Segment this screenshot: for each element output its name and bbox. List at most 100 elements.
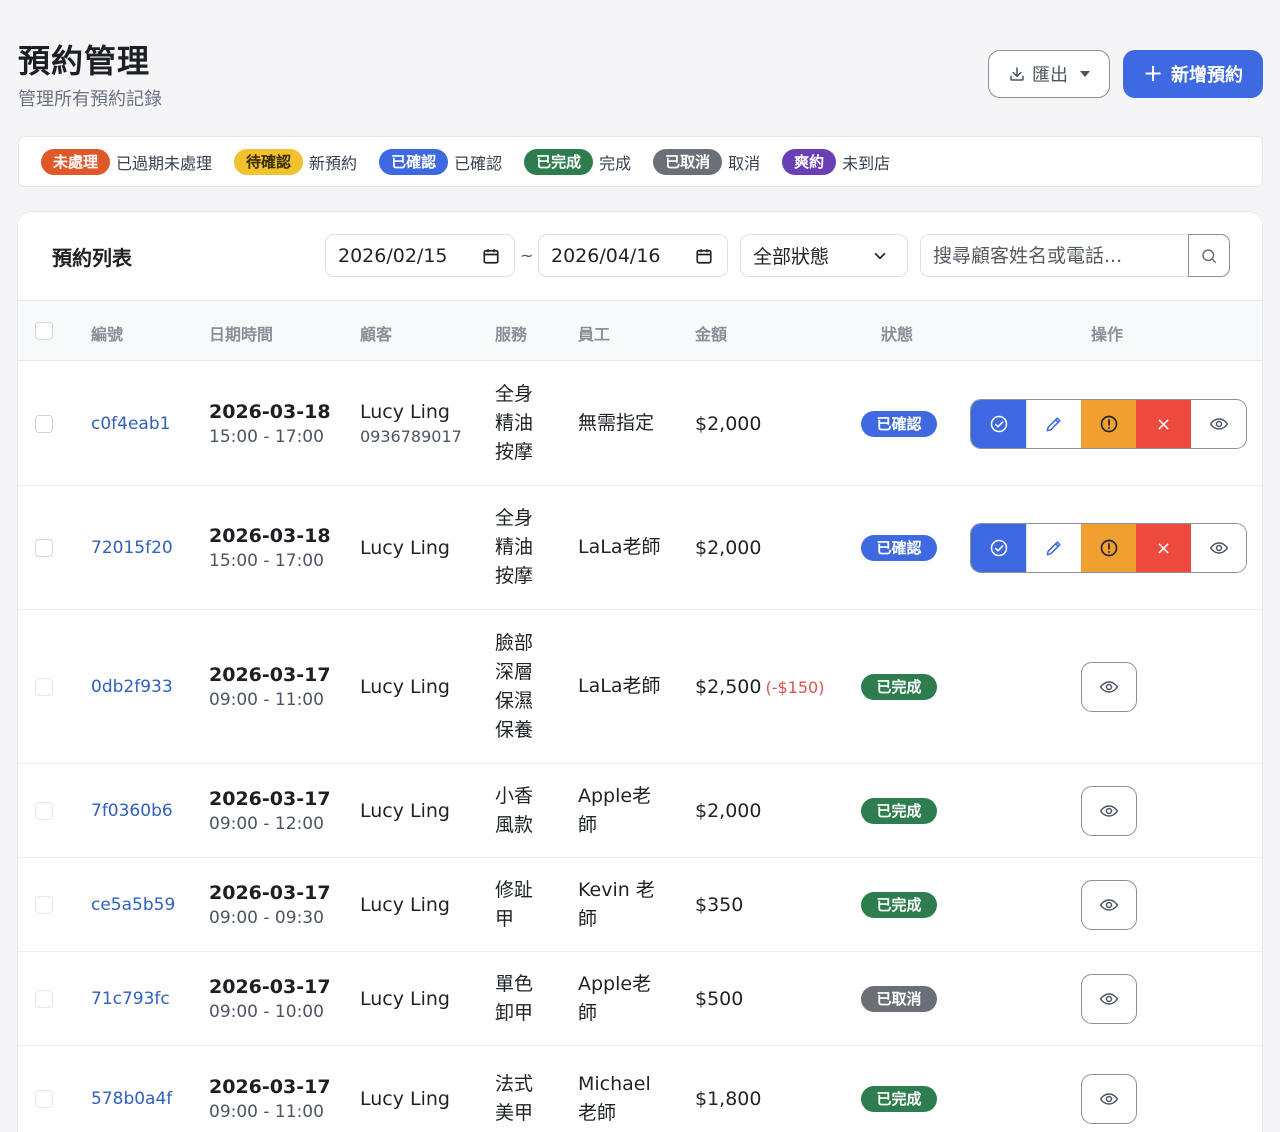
appointment-id-link[interactable]: 578b0a4f (91, 1089, 172, 1109)
cancel-button[interactable]: × (1136, 524, 1191, 572)
status-cell: 已完成 (861, 1046, 937, 1132)
appointment-id-link[interactable]: 72015f20 (91, 538, 173, 558)
legend-text: 已過期未處理 (116, 153, 213, 173)
date-to-input[interactable]: 2026/04/16 (538, 234, 728, 277)
appointment-time: 09:00 - 09:30 (209, 907, 324, 928)
export-label: 匯出 (1032, 65, 1068, 86)
column-header-actions: 操作 (1091, 325, 1124, 344)
table-row: 7f0360b6 2026-03-17 09:00 - 12:00 Lucy Ling… (18, 764, 1262, 858)
customer-name: Lucy Ling (360, 799, 450, 822)
table-row: 72015f20 2026-03-18 15:00 - 17:00 Lucy Ling… (18, 486, 1262, 610)
new-appointment-button[interactable]: + 新增預約 (1123, 50, 1263, 98)
row-checkbox[interactable] (35, 896, 53, 914)
legend-text: 新預約 (309, 153, 358, 173)
appointment-time: 09:00 - 12:00 (209, 813, 324, 834)
legend-item: 待確認 新預約 (234, 148, 358, 175)
appointment-id-link[interactable]: c0f4eab1 (91, 414, 170, 434)
search-input[interactable] (920, 234, 1188, 277)
datetime-cell: 2026-03-17 09:00 - 11:00 (209, 1046, 331, 1132)
confirm-button[interactable] (971, 524, 1026, 572)
service-cell: 修趾甲 (495, 858, 539, 951)
amount-value: $350 (695, 893, 744, 916)
calendar-icon (483, 248, 499, 264)
service-name: 全身精油按摩 (495, 507, 534, 587)
id-cell: 71c793fc (91, 952, 170, 1045)
calendar-icon (696, 248, 712, 264)
amount-value: $2,500 (695, 675, 762, 698)
amount-cell: $500 (695, 952, 743, 1045)
service-name: 修趾甲 (495, 878, 534, 930)
appointment-date: 2026-03-17 (209, 975, 331, 998)
appointment-id-link[interactable]: 7f0360b6 (91, 801, 173, 821)
view-button[interactable] (1191, 400, 1246, 448)
legend-item: 未處理 已過期未處理 (41, 148, 213, 175)
appointment-time: 09:00 - 11:00 (209, 689, 324, 710)
no-show-button[interactable] (1081, 524, 1136, 572)
legend-badge: 已取消 (653, 148, 723, 175)
export-button[interactable]: 匯出 (988, 50, 1110, 98)
appointment-date: 2026-03-18 (209, 400, 331, 423)
status-badge: 已完成 (861, 1085, 937, 1112)
id-cell: 0db2f933 (91, 610, 173, 763)
datetime-cell: 2026-03-18 15:00 - 17:00 (209, 486, 331, 609)
view-button[interactable] (1191, 524, 1246, 572)
date-from-input[interactable]: 2026/02/15 (325, 234, 515, 277)
amount-value: $2,000 (695, 412, 762, 435)
row-checkbox[interactable] (35, 415, 53, 433)
edit-button[interactable] (1026, 400, 1081, 448)
download-icon (1010, 67, 1024, 81)
appointment-time: 09:00 - 11:00 (209, 1101, 324, 1122)
amount-value: $2,000 (695, 799, 762, 822)
row-checkbox[interactable] (35, 990, 53, 1008)
no-show-button[interactable] (1081, 400, 1136, 448)
legend-text: 完成 (599, 153, 632, 173)
appointment-time: 15:00 - 17:00 (209, 550, 324, 571)
discount-value: (-$150) (765, 677, 825, 697)
view-button[interactable] (1081, 880, 1137, 930)
legend-item: 已取消 取消 (653, 148, 761, 175)
confirm-button[interactable] (971, 400, 1026, 448)
amount-cell: $2,000 (695, 764, 761, 857)
row-checkbox[interactable] (35, 678, 53, 696)
cancel-button[interactable]: × (1136, 400, 1191, 448)
service-cell: 臉部深層保濕保養 (495, 610, 539, 763)
view-button[interactable] (1081, 662, 1137, 712)
table-header: 編號 日期時間 顧客 服務 員工 金額 狀態 操作 (18, 300, 1262, 361)
status-badge: 已確認 (861, 410, 937, 437)
staff-cell: Kevin 老師 (578, 858, 668, 951)
table-row: c0f4eab1 2026-03-18 15:00 - 17:00 Lucy Ling… (18, 362, 1262, 486)
service-name: 法式美甲 (495, 1072, 534, 1124)
staff-cell: LaLa老師 (578, 486, 668, 609)
status-cell: 已完成 (861, 610, 937, 763)
appointment-date: 2026-03-18 (209, 524, 331, 547)
status-filter-select[interactable]: 全部狀態 (740, 234, 908, 277)
select-all-checkbox[interactable] (35, 322, 53, 340)
view-button[interactable] (1081, 786, 1137, 836)
service-name: 單色卸甲 (495, 972, 534, 1024)
edit-button[interactable] (1026, 524, 1081, 572)
appointment-id-link[interactable]: ce5a5b59 (91, 895, 175, 915)
view-button[interactable] (1081, 974, 1137, 1024)
legend-text: 取消 (728, 153, 761, 173)
legend-badge: 已確認 (379, 148, 449, 175)
customer-phone: 0936789017 (360, 427, 462, 446)
search-button[interactable] (1188, 234, 1230, 277)
new-appointment-label: 新增預約 (1171, 65, 1244, 86)
row-checkbox[interactable] (35, 539, 53, 557)
row-checkbox[interactable] (35, 1090, 53, 1108)
appointment-id-link[interactable]: 0db2f933 (91, 677, 173, 697)
service-cell: 全身精油按摩 (495, 486, 539, 609)
amount-value-wrap: $2,000 (695, 413, 761, 435)
view-button[interactable] (1081, 1074, 1137, 1124)
status-cell: 已完成 (861, 858, 937, 951)
status-cell: 已確認 (861, 486, 937, 609)
eye-icon (1099, 989, 1119, 1009)
page-title: 預約管理 (18, 42, 151, 80)
staff-name: LaLa老師 (578, 675, 661, 697)
appointment-id-link[interactable]: 71c793fc (91, 989, 170, 1009)
customer-cell: Lucy Ling (360, 858, 450, 951)
row-checkbox[interactable] (35, 802, 53, 820)
appointment-date: 2026-03-17 (209, 1075, 331, 1098)
pencil-icon (1044, 538, 1064, 558)
legend-item: 爽約 未到店 (782, 148, 890, 175)
